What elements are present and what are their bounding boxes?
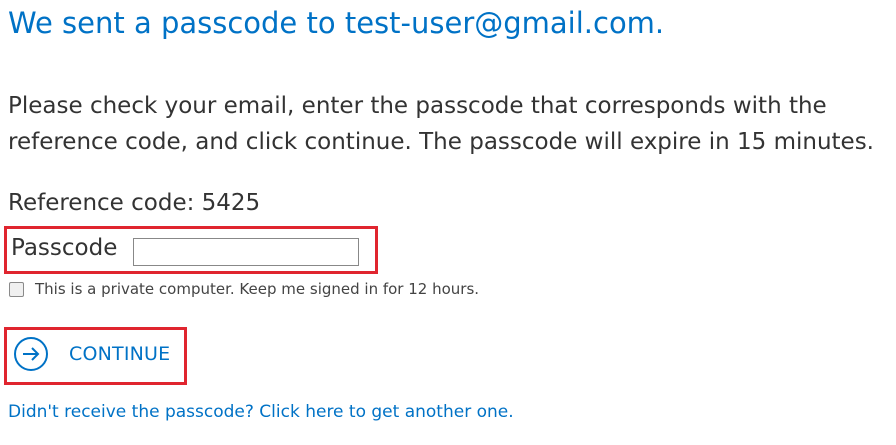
passcode-input[interactable] [133,238,359,266]
continue-label: CONTINUE [69,343,171,365]
reference-code: Reference code: 5425 [8,190,261,216]
remember-me-label: This is a private computer. Keep me sign… [35,280,480,298]
remember-me-checkbox[interactable] [9,281,24,297]
continue-highlight-box: CONTINUE [4,327,187,385]
remember-me-row[interactable]: This is a private computer. Keep me sign… [9,280,479,298]
passcode-label: Passcode [11,235,118,261]
page-title: We sent a passcode to test-user@gmail.co… [8,6,665,40]
resend-passcode-link[interactable]: Didn't receive the passcode? Click here … [8,402,514,422]
instructions-text: Please check your email, enter the passc… [8,93,874,155]
passcode-highlight-box: Passcode [4,226,378,274]
continue-button[interactable]: CONTINUE [13,336,170,372]
arrow-right-circle-icon [14,337,48,371]
